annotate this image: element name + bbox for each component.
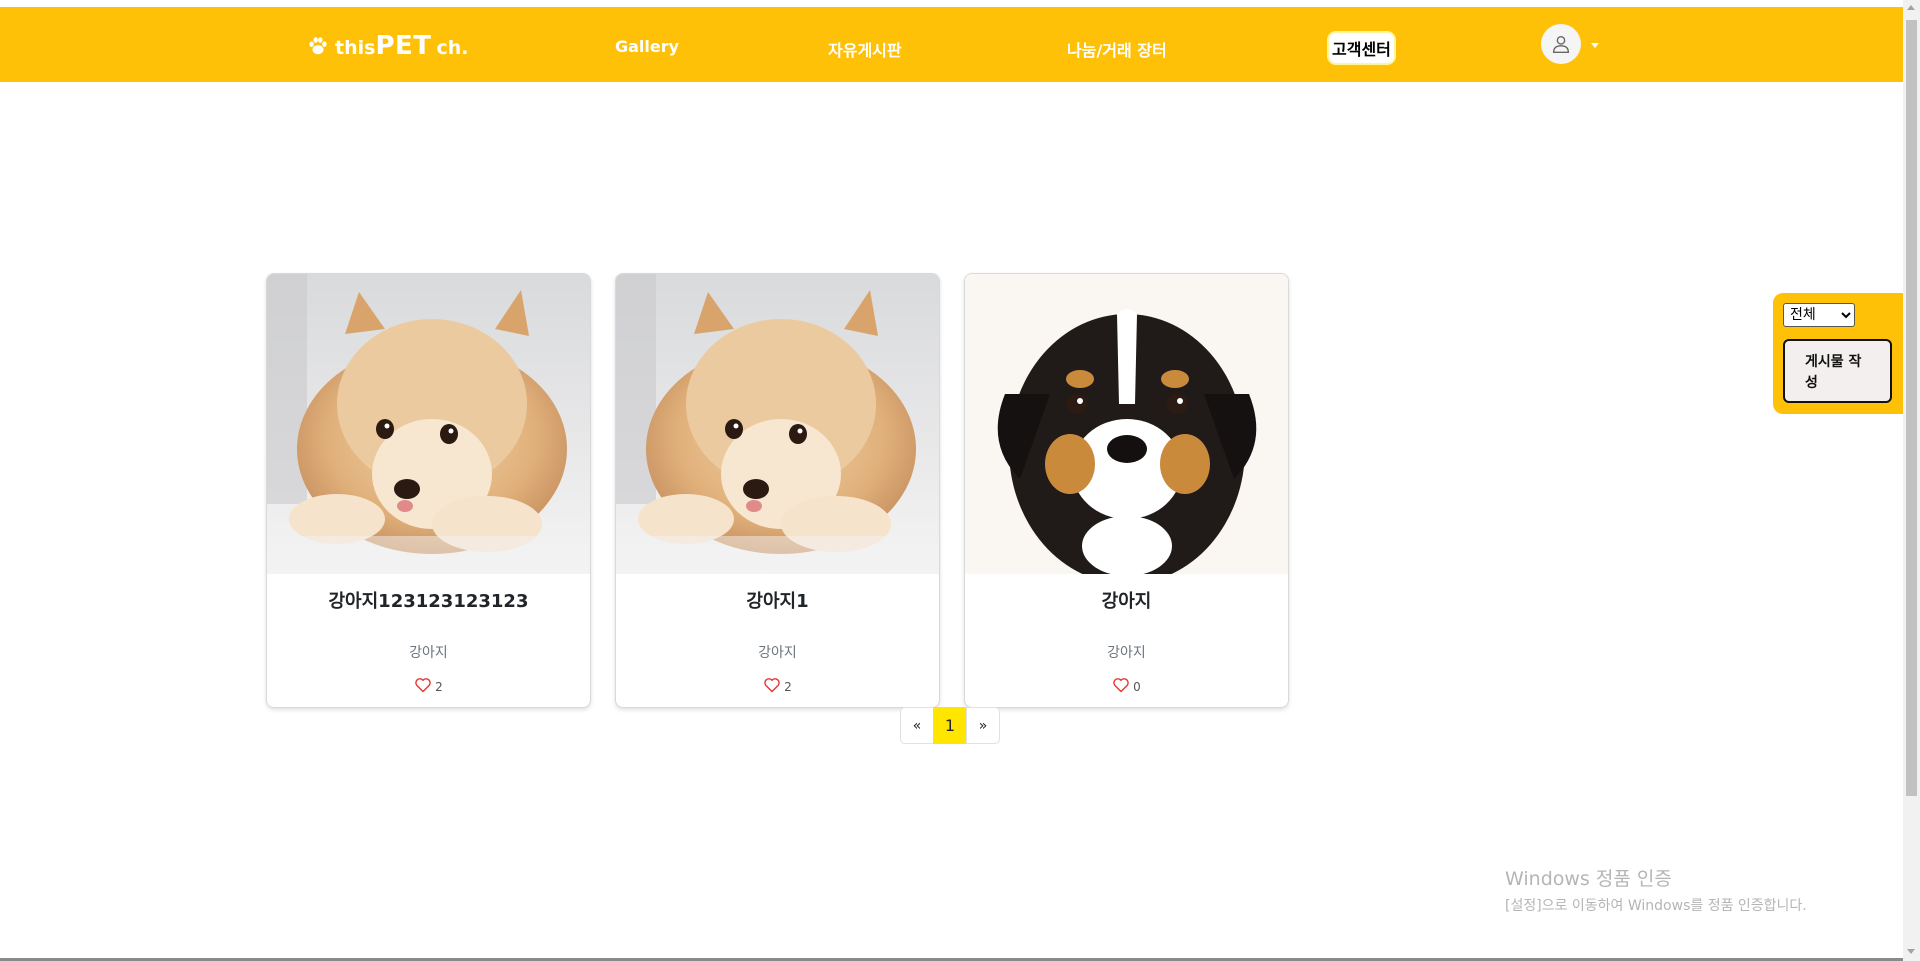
nav-free-board[interactable]: 자유게시판: [828, 37, 902, 61]
scrollbar-thumb[interactable]: [1906, 20, 1917, 796]
heart-icon[interactable]: [1112, 677, 1130, 693]
navbar: this PET ch. Gallery 자유게시판 나눔/거래 장터 고객센터: [0, 7, 1903, 82]
gallery-card[interactable]: 강아지123123123123 강아지 2: [266, 273, 591, 708]
logo-ch: ch.: [436, 37, 469, 59]
windows-activation-watermark: Windows 정품 인증 [설정]으로 이동하여 Windows를 정품 인증…: [1505, 864, 1807, 915]
pomeranian-puppy-image: [616, 274, 939, 574]
user-avatar[interactable]: [1541, 24, 1581, 64]
card-likes[interactable]: 0: [965, 676, 1288, 694]
page-current-button[interactable]: 1: [933, 707, 967, 744]
nav-market[interactable]: 나눔/거래 장터: [1067, 37, 1167, 61]
pagination: « 1 »: [900, 707, 1000, 744]
paw-icon: [309, 37, 327, 55]
gallery-card[interactable]: 강아지1 강아지 2: [615, 273, 940, 708]
heart-icon[interactable]: [763, 677, 781, 693]
like-count: 2: [784, 680, 792, 694]
write-post-button[interactable]: 게시물 작성: [1783, 339, 1892, 403]
logo-pet: PET: [375, 31, 432, 61]
watermark-title: Windows 정품 인증: [1505, 868, 1672, 890]
like-count: 0: [1133, 680, 1141, 694]
pomeranian-puppy-image: [267, 274, 590, 574]
scroll-down-icon[interactable]: [1907, 949, 1915, 954]
nav-gallery[interactable]: Gallery: [615, 37, 679, 56]
gallery-card[interactable]: 강아지 강아지 0: [964, 273, 1289, 708]
tricolor-puppy-image: [965, 274, 1288, 574]
site-logo[interactable]: this PET ch.: [307, 31, 469, 61]
card-title: 강아지123123123123: [328, 591, 529, 612]
card-title: 강아지1: [746, 591, 809, 612]
logo-this: this: [335, 37, 376, 59]
like-count: 2: [435, 680, 443, 694]
card-category: 강아지: [409, 645, 448, 661]
card-likes[interactable]: 2: [267, 676, 590, 694]
dropdown-caret-icon[interactable]: [1591, 43, 1599, 48]
card-likes[interactable]: 2: [616, 676, 939, 694]
page-prev-button[interactable]: «: [900, 707, 934, 744]
nav-customer-center[interactable]: 고객센터: [1329, 33, 1394, 63]
top-strip: [0, 0, 1903, 7]
page-next-button[interactable]: »: [966, 707, 1000, 744]
category-filter-select[interactable]: 전체: [1783, 303, 1855, 327]
scroll-up-icon[interactable]: [1907, 5, 1915, 10]
heart-icon[interactable]: [414, 677, 432, 693]
card-category: 강아지: [758, 645, 797, 661]
card-category: 강아지: [1107, 645, 1146, 661]
card-title: 강아지: [1101, 591, 1152, 612]
watermark-subtitle: [설정]으로 이동하여 Windows를 정품 인증합니다.: [1505, 898, 1807, 914]
user-icon: [1552, 35, 1570, 53]
